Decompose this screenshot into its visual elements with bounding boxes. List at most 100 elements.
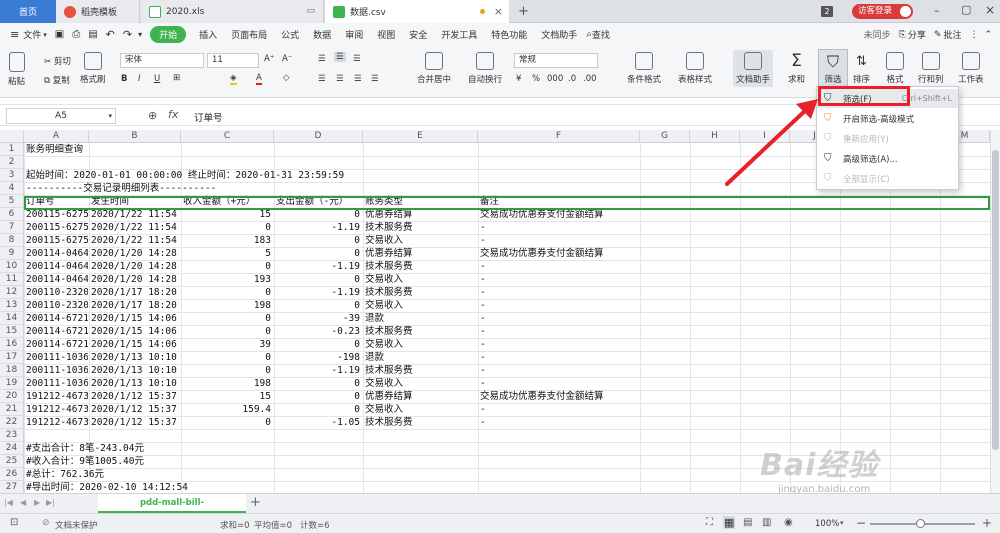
cell-f18[interactable]: - xyxy=(480,364,639,377)
decimal-decrease-icon[interactable]: .00 xyxy=(583,74,597,84)
new-tab-button[interactable]: + xyxy=(514,0,534,23)
copy-button[interactable]: ⧉ 复制 xyxy=(44,74,70,86)
reading-mode-icon[interactable]: ◉ xyxy=(784,517,793,528)
save-icon[interactable]: ▣ xyxy=(55,29,64,40)
cell-b19[interactable]: 2020/1/13 10:10 xyxy=(91,377,180,390)
zoom-dropdown-icon[interactable]: ▾ xyxy=(840,519,844,527)
cell-d20[interactable]: 0 xyxy=(276,390,362,403)
cell-c22[interactable]: 0 xyxy=(183,416,273,429)
cell-f8[interactable]: - xyxy=(480,234,639,247)
cell-b25[interactable] xyxy=(91,455,180,468)
clear-format-icon[interactable]: ◇ xyxy=(283,73,290,83)
cell-e21[interactable]: 交易收入 xyxy=(365,403,477,416)
cell-a13[interactable]: 200110-2320 xyxy=(26,299,88,312)
cell-b9[interactable]: 2020/1/20 14:28 xyxy=(91,247,180,260)
cell-e5[interactable]: 账务类型 xyxy=(365,195,477,208)
cell-c2[interactable] xyxy=(183,156,273,169)
page-layout-icon[interactable]: ▤ xyxy=(743,517,752,528)
cell-c20[interactable]: 15 xyxy=(183,390,273,403)
sheet-tab-active[interactable]: pdd-mall-bill-detail(387098561) xyxy=(98,494,246,526)
cell-f5[interactable]: 备注 xyxy=(480,195,639,208)
cell-c10[interactable]: 0 xyxy=(183,260,273,273)
cell-a6[interactable]: 200115-6275 xyxy=(26,208,88,221)
cell-f27[interactable] xyxy=(480,481,639,493)
sum-button[interactable]: Σ 求和 xyxy=(788,52,805,86)
cell-a19[interactable]: 200111-1036 xyxy=(26,377,88,390)
cell-d5[interactable]: 支出金额（-元） xyxy=(276,195,362,208)
cell-d1[interactable] xyxy=(276,143,362,156)
cell-e13[interactable]: 交易收入 xyxy=(365,299,477,312)
cell-c8[interactable]: 183 xyxy=(183,234,273,247)
italic-icon[interactable]: I xyxy=(138,74,141,84)
cell-a5[interactable]: 订单号 xyxy=(26,195,88,208)
cell-d27[interactable] xyxy=(276,481,362,493)
cell-b11[interactable]: 2020/1/20 14:28 xyxy=(91,273,180,286)
cell-b26[interactable] xyxy=(91,468,180,481)
cell-f2[interactable] xyxy=(480,156,639,169)
col-header-i[interactable]: I xyxy=(740,130,790,143)
cell-c16[interactable]: 39 xyxy=(183,338,273,351)
redo-icon[interactable]: ↷ xyxy=(123,28,132,41)
zoom-level[interactable]: 100% xyxy=(815,519,839,529)
row-header[interactable]: 3 xyxy=(0,169,24,182)
decrease-font-icon[interactable]: A⁻ xyxy=(282,54,292,64)
cell-e10[interactable]: 技术服务费 xyxy=(365,260,477,273)
table-style-button[interactable]: 表格样式 xyxy=(678,52,712,85)
cell-d16[interactable]: 0 xyxy=(276,338,362,351)
row-header[interactable]: 15 xyxy=(0,325,24,338)
macro-icon[interactable]: ⊡ xyxy=(10,517,18,528)
normal-view-icon[interactable]: ▦ xyxy=(723,516,736,529)
cell-a22[interactable]: 191212-4673 xyxy=(26,416,88,429)
cell-e14[interactable]: 退款 xyxy=(365,312,477,325)
cell-c5[interactable]: 收入金额（+元） xyxy=(183,195,273,208)
cell-a16[interactable]: 200114-6721 xyxy=(26,338,88,351)
cell-b12[interactable]: 2020/1/17 18:20 xyxy=(91,286,180,299)
cell-d21[interactable]: 0 xyxy=(276,403,362,416)
menu-page-layout[interactable]: 页面布局 xyxy=(224,28,274,41)
menu-security[interactable]: 安全 xyxy=(402,28,434,41)
col-header-h[interactable]: H xyxy=(690,130,740,143)
col-header-e[interactable]: E xyxy=(363,130,478,143)
scrollbar-thumb[interactable] xyxy=(992,150,999,450)
align-right-icon[interactable]: ☰ xyxy=(354,74,362,84)
cell-f24[interactable] xyxy=(480,442,639,455)
cell-f13[interactable]: - xyxy=(480,299,639,312)
row-header[interactable]: 8 xyxy=(0,234,24,247)
sync-label[interactable]: 未同步 xyxy=(864,28,891,41)
sort-button[interactable]: ⇅ 排序 xyxy=(853,52,870,85)
cell-f1[interactable] xyxy=(480,143,639,156)
undo-icon[interactable]: ↶ xyxy=(106,28,115,41)
row-header[interactable]: 12 xyxy=(0,286,24,299)
cell-e4[interactable] xyxy=(365,182,477,195)
fill-color-icon[interactable]: ◈ xyxy=(230,73,237,85)
page-break-icon[interactable]: ▥ xyxy=(762,517,771,528)
align-left-icon[interactable]: ☰ xyxy=(318,74,326,84)
row-header[interactable]: 10 xyxy=(0,260,24,273)
cell-e6[interactable]: 优惠券结算 xyxy=(365,208,477,221)
justify-icon[interactable]: ☰ xyxy=(371,74,379,84)
row-header[interactable]: 20 xyxy=(0,390,24,403)
col-header-c[interactable]: C xyxy=(181,130,274,143)
cell-e17[interactable]: 退款 xyxy=(365,351,477,364)
cell-d22[interactable]: -1.05 xyxy=(276,416,362,429)
cell-c7[interactable]: 0 xyxy=(183,221,273,234)
cell-b4[interactable] xyxy=(91,182,180,195)
cell-f25[interactable] xyxy=(480,455,639,468)
cell-d4[interactable] xyxy=(276,182,362,195)
cell-f15[interactable]: - xyxy=(480,325,639,338)
menu-features[interactable]: 特色功能 xyxy=(484,28,534,41)
cell-b22[interactable]: 2020/1/12 15:37 xyxy=(91,416,180,429)
wrap-text-button[interactable]: 自动换行 xyxy=(468,52,502,85)
cell-d7[interactable]: -1.19 xyxy=(276,221,362,234)
cell-a10[interactable]: 200114-0464 xyxy=(26,260,88,273)
cell-d9[interactable]: 0 xyxy=(276,247,362,260)
cell-f6[interactable]: 交易成功优惠券支付金额结算 xyxy=(480,208,639,221)
col-header-a[interactable]: A xyxy=(24,130,89,143)
row-header[interactable]: 23 xyxy=(0,429,24,442)
cell-f20[interactable]: 交易成功优惠券支付金额结算 xyxy=(480,390,639,403)
row-header[interactable]: 17 xyxy=(0,351,24,364)
fullscreen-icon[interactable]: ⛶ xyxy=(706,517,713,528)
cell-d17[interactable]: -198 xyxy=(276,351,362,364)
row-header[interactable]: 19 xyxy=(0,377,24,390)
cell-c18[interactable]: 0 xyxy=(183,364,273,377)
